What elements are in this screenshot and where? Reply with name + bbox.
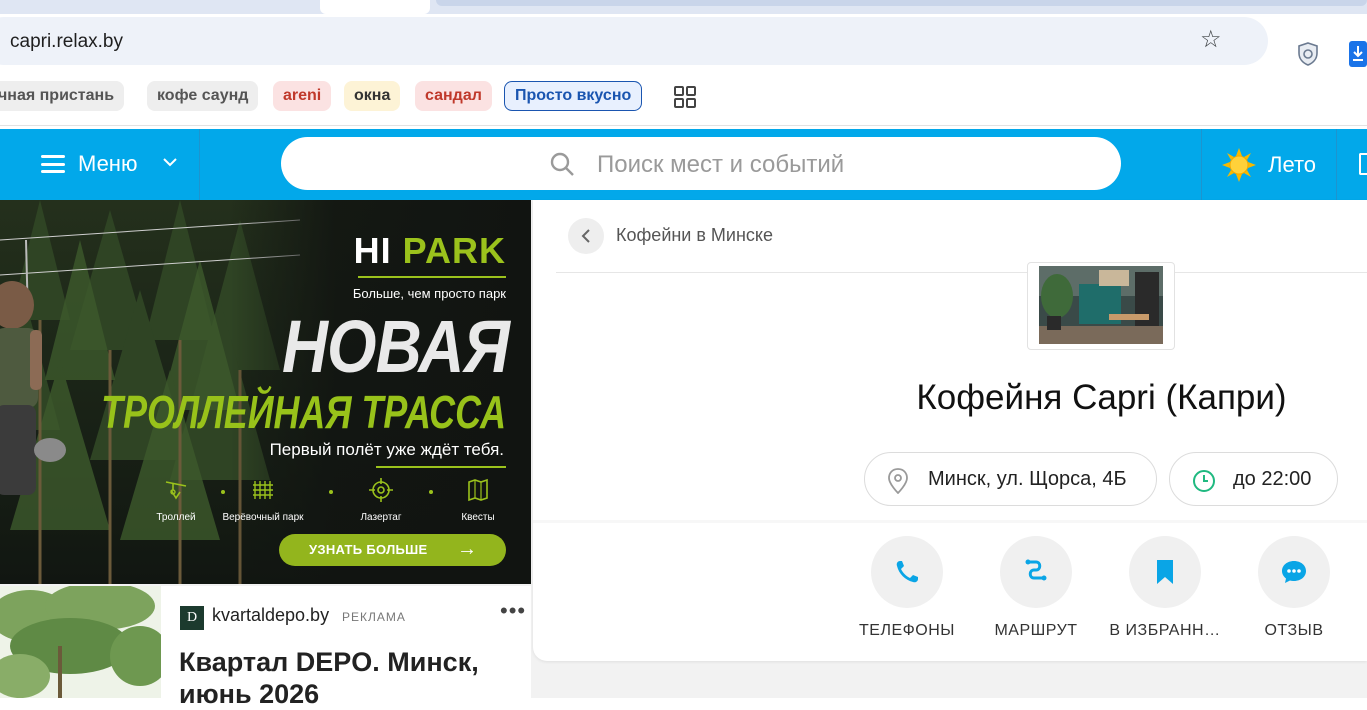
action-label: В ИЗБРАНН… bbox=[1109, 622, 1221, 639]
bookmarks-bar: чная пристань кофе саунд areni окна санд… bbox=[0, 68, 1367, 126]
route-action[interactable]: МАРШРУТ bbox=[971, 536, 1101, 640]
phones-action-circle[interactable] bbox=[871, 536, 943, 608]
action-label: ОТЗЫВ bbox=[1264, 622, 1324, 639]
section-separator bbox=[533, 520, 1367, 523]
bookmark-item[interactable]: areni bbox=[273, 81, 332, 111]
phone-icon bbox=[896, 561, 918, 583]
place-photo[interactable] bbox=[1027, 262, 1175, 350]
advertiser-domain[interactable]: kvartaldepo.by bbox=[212, 605, 329, 626]
arrow-right-icon: → bbox=[457, 538, 477, 560]
feature-label: Троллей bbox=[156, 512, 196, 523]
location-pin-icon bbox=[888, 468, 908, 494]
banner-headline: НОВАЯ bbox=[281, 305, 510, 388]
route-action-circle[interactable] bbox=[1000, 536, 1072, 608]
map-icon bbox=[468, 478, 488, 502]
hours-pill[interactable]: до 22:00 bbox=[1169, 452, 1338, 506]
banner-tagline: Больше, чем просто парк bbox=[352, 286, 506, 301]
place-title: Кофейня Capri (Капри) bbox=[916, 378, 1287, 417]
address-bar[interactable]: capri.relax.by ☆ bbox=[0, 17, 1268, 65]
bookmark-item[interactable]: кофе саунд bbox=[147, 81, 259, 111]
advertiser-logo: D bbox=[180, 606, 204, 630]
back-button[interactable] bbox=[568, 218, 604, 254]
favorites-action-circle[interactable] bbox=[1129, 536, 1201, 608]
feature-rope-park: Верёвочный парк bbox=[218, 478, 308, 523]
sun-icon bbox=[1222, 148, 1256, 182]
search-placeholder: Поиск мест и событий bbox=[597, 151, 845, 178]
tab-strip-background bbox=[436, 0, 1367, 6]
menu-button[interactable]: Меню bbox=[0, 129, 200, 200]
chevron-left-icon bbox=[581, 229, 590, 243]
feature-zipline: Троллей bbox=[131, 478, 221, 523]
learn-more-button[interactable]: УЗНАТЬ БОЛЬШЕ → bbox=[279, 534, 506, 566]
divider-line bbox=[376, 466, 506, 468]
place-card: Кофейни в Минске Кофейня Capri (Капри) М… bbox=[533, 200, 1367, 661]
divider-line bbox=[556, 272, 1367, 273]
review-action-circle[interactable] bbox=[1258, 536, 1330, 608]
zipline-icon bbox=[165, 481, 187, 500]
apps-grid-icon[interactable] bbox=[674, 86, 696, 108]
hours-text: до 22:00 bbox=[1233, 468, 1312, 490]
address-bar-url: capri.relax.by bbox=[10, 31, 123, 52]
clock-icon bbox=[1193, 470, 1215, 492]
weather-widget[interactable]: Лето bbox=[1201, 129, 1337, 200]
crosshair-icon bbox=[369, 478, 393, 502]
feature-label: Квесты bbox=[461, 512, 495, 523]
shield-extension-icon[interactable] bbox=[1297, 42, 1319, 66]
phones-action[interactable]: ТЕЛЕФОНЫ bbox=[842, 536, 972, 640]
download-icon[interactable] bbox=[1349, 41, 1367, 67]
divider-line bbox=[358, 276, 506, 278]
favorites-action[interactable]: В ИЗБРАНН… bbox=[1100, 536, 1230, 640]
review-action[interactable]: ОТЗЫВ bbox=[1229, 536, 1359, 640]
bookmark-icon bbox=[1157, 560, 1173, 584]
header-extra-icon[interactable] bbox=[1359, 153, 1367, 175]
weather-label: Лето bbox=[1268, 152, 1317, 177]
hipark-logo: HI PARK bbox=[353, 230, 506, 271]
banner-subline: Первый полёт уже ждёт тебя. bbox=[269, 440, 504, 459]
breadcrumb[interactable]: Кофейни в Минске bbox=[616, 225, 773, 246]
more-options-icon[interactable]: ••• bbox=[500, 600, 526, 622]
route-icon bbox=[1025, 559, 1047, 581]
search-icon bbox=[550, 152, 574, 176]
address-pill[interactable]: Минск, ул. Щорса, 4Б bbox=[864, 452, 1157, 506]
action-label: ТЕЛЕФОНЫ bbox=[859, 622, 955, 639]
ad-image bbox=[0, 586, 161, 698]
active-tab[interactable] bbox=[320, 0, 430, 14]
chat-icon bbox=[1282, 561, 1306, 583]
browser-toolbar: capri.relax.by ☆ bbox=[0, 14, 1367, 68]
action-label: МАРШРУТ bbox=[994, 622, 1078, 639]
menu-label: Меню bbox=[78, 151, 138, 176]
bookmark-item[interactable]: окна bbox=[344, 81, 401, 111]
bookmark-star-icon[interactable]: ☆ bbox=[1200, 25, 1222, 55]
bookmark-item[interactable]: сандал bbox=[415, 81, 492, 111]
address-text: Минск, ул. Щорса, 4Б bbox=[928, 468, 1127, 490]
ad-banner-hipark[interactable]: HI PARK Больше, чем просто парк НОВАЯ ТР… bbox=[0, 200, 531, 584]
ad-label: РЕКЛАМА bbox=[342, 610, 406, 624]
search-input[interactable]: Поиск мест и событий bbox=[281, 137, 1121, 190]
bookmark-item[interactable]: Просто вкусно bbox=[504, 81, 643, 111]
ad-title[interactable]: Квартал DEPO. Минск, июнь 2026 bbox=[179, 646, 519, 710]
site-header: Меню Поиск мест и событий Лето bbox=[0, 129, 1367, 200]
hamburger-icon bbox=[41, 155, 65, 173]
rope-net-icon bbox=[253, 481, 273, 499]
chevron-down-icon bbox=[163, 158, 177, 167]
feature-label: Верёвочный парк bbox=[222, 512, 304, 523]
ad-card-kvartaldepo[interactable]: D kvartaldepo.by РЕКЛАМА ••• Квартал DEP… bbox=[0, 586, 531, 709]
cta-label: УЗНАТЬ БОЛЬШЕ bbox=[309, 542, 428, 557]
feature-lasertag: Лазертаг bbox=[336, 478, 426, 523]
feature-label: Лазертаг bbox=[360, 512, 402, 523]
banner-subheadline: ТРОЛЛЕЙНАЯ ТРАССА bbox=[101, 386, 506, 438]
feature-quests: Квесты bbox=[433, 478, 523, 523]
tab-strip bbox=[0, 0, 1367, 14]
bookmark-item[interactable]: чная пристань bbox=[0, 81, 125, 111]
separator-dot bbox=[329, 490, 333, 494]
